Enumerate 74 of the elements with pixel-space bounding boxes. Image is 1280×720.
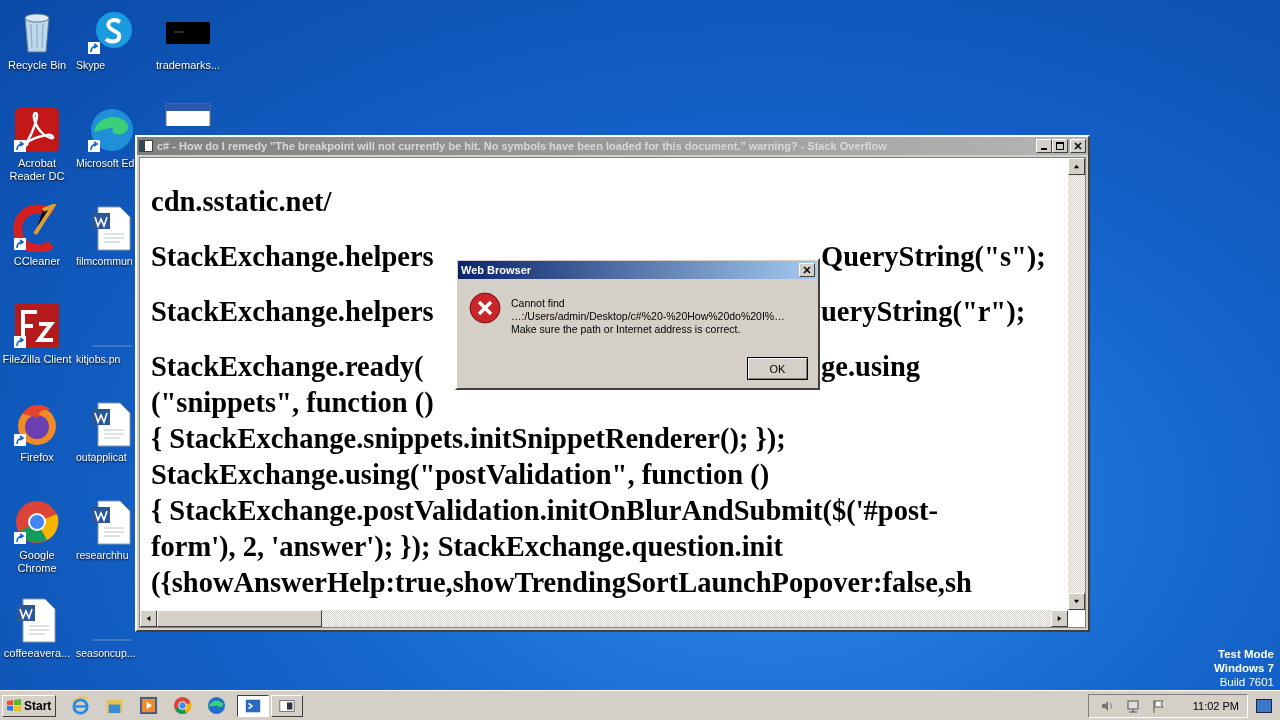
- desktop-icon-label[interactable]: seasoncup...: [76, 647, 136, 660]
- system-notice-text: Windows 7: [1214, 661, 1274, 675]
- desktop-icon-label[interactable]: researchhu: [76, 549, 129, 562]
- ok-button[interactable]: OK: [747, 357, 808, 380]
- desktop-icon-label[interactable]: Firefox: [20, 451, 54, 464]
- system-notice-text: Test Mode: [1218, 647, 1274, 661]
- desktop-icon-label[interactable]: kitjobs.pn: [76, 353, 121, 366]
- maximize-button[interactable]: [1052, 139, 1068, 153]
- page-text: QueryString("s");: [821, 240, 1046, 274]
- page-text: StackExchange.using("postValidation", function (): [151, 458, 771, 492]
- minimize-icon: [1041, 148, 1047, 150]
- page-text: { StackExchange.postValidation.initOnBlurAndSubmit($('#post-: [151, 494, 939, 528]
- clock[interactable]: 11:02 PM: [1192, 699, 1239, 712]
- shortcut-arrow-icon: [14, 532, 26, 544]
- desktop-icon-label[interactable]: outapplicat: [76, 451, 127, 464]
- desktop-icon-label[interactable]: filmcommun: [76, 255, 133, 268]
- close-icon: [1073, 141, 1083, 151]
- maximize-icon: [1055, 141, 1065, 151]
- page-text: ueryString("r");: [821, 295, 1026, 329]
- page-text: StackExchange.helpers: [151, 240, 434, 274]
- desktop-icon-label[interactable]: Microsoft Ed: [76, 157, 135, 170]
- page-text: form'), 2, 'answer'); }); StackExchange.question.init: [151, 530, 784, 564]
- page-text: { StackExchange.snippets.initSnippetRenderer(); });: [151, 422, 787, 456]
- flag-icon[interactable]: [1150, 697, 1167, 714]
- desktop-icon-label[interactable]: Skype: [76, 59, 106, 72]
- chrome-icon[interactable]: [173, 696, 192, 715]
- dialog-message: …:/Users/admin/Desktop/c#%20-%20How%20do%20I%…: [511, 310, 785, 323]
- app-icon[interactable]: [88, 106, 136, 154]
- close-button[interactable]: [799, 263, 815, 277]
- down-arrow-icon[interactable]: [1073, 598, 1080, 605]
- taskbar-button[interactable]: [237, 694, 269, 717]
- close-button[interactable]: [1070, 139, 1086, 153]
- show-desktop-icon[interactable]: [1256, 698, 1272, 713]
- page-text: ({showAnswerHelp:true,showTrendingSortLaunchPopover:false,sh: [151, 566, 973, 600]
- shortcut-arrow-icon: [14, 140, 26, 152]
- desktop-icon-label[interactable]: Google Chrome: [1, 549, 73, 575]
- desktop-icon-label[interactable]: Acrobat Reader DC: [1, 157, 73, 183]
- shortcut-arrow-icon: [14, 238, 26, 250]
- media-player-icon[interactable]: [139, 696, 158, 715]
- system-notice-text: Build 7601: [1219, 675, 1274, 689]
- dialog-message: Cannot find: [511, 297, 566, 310]
- desktop-icon-label[interactable]: FileZilla Client: [2, 353, 72, 366]
- shortcut-arrow-icon: [14, 336, 26, 348]
- windows-logo-icon: [6, 697, 22, 714]
- page-text: cdn.sstatic.net/: [151, 185, 332, 219]
- start-button[interactable]: Start: [2, 694, 56, 717]
- page-text: ("snippets", function (): [151, 386, 435, 420]
- minimize-button[interactable]: [1036, 139, 1052, 153]
- shortcut-arrow-icon: [88, 42, 100, 54]
- page-text: ge.using: [821, 350, 920, 384]
- app-icon[interactable]: [13, 498, 61, 546]
- dialog-message: Make sure the path or Internet address is correct.: [511, 323, 742, 336]
- desktop-icon-label[interactable]: coffeeavera...: [3, 647, 71, 660]
- close-icon: [802, 265, 812, 275]
- right-arrow-icon[interactable]: [1056, 615, 1063, 622]
- desktop-icon-label[interactable]: trademarks...: [155, 59, 221, 72]
- edge-icon[interactable]: [207, 696, 226, 715]
- shortcut-arrow-icon: [14, 434, 26, 446]
- network-icon[interactable]: [1124, 697, 1141, 714]
- shortcut-arrow-icon: [88, 140, 100, 152]
- window-icon: [139, 140, 153, 152]
- page-text: StackExchange.helpers: [151, 295, 434, 329]
- horizontal-scrollbar[interactable]: [140, 610, 1068, 627]
- window-icon[interactable]: [164, 102, 212, 126]
- page-text: StackExchange.ready(: [151, 350, 424, 384]
- desktop-icon-label[interactable]: CCleaner: [13, 255, 61, 268]
- up-arrow-icon[interactable]: [1073, 163, 1080, 170]
- dialog-title: Web Browser: [461, 264, 532, 276]
- app-icon[interactable]: [13, 302, 61, 350]
- left-arrow-icon[interactable]: [145, 615, 152, 622]
- desktop-icon-label[interactable]: Recycle Bin: [7, 59, 67, 72]
- vertical-scrollbar[interactable]: [1068, 158, 1085, 610]
- error-icon: [469, 292, 501, 324]
- app-icon[interactable]: [13, 106, 61, 154]
